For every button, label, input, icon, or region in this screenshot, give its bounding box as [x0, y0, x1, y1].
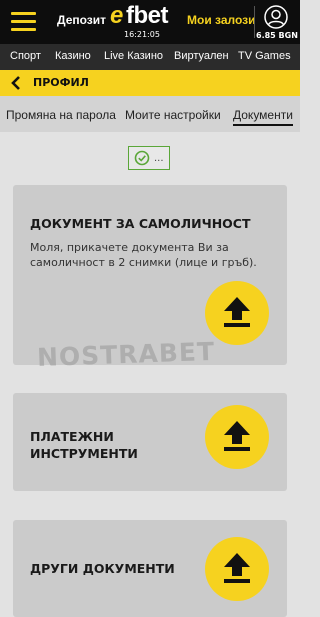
- identity-document-title: ДОКУМЕНТ ЗА САМОЛИЧНОСТ: [30, 216, 251, 231]
- nav-item-sport[interactable]: Спорт: [10, 50, 41, 62]
- identity-document-description: Моля, прикачете документа Ви за самоличн…: [30, 241, 257, 269]
- payment-instruments-title-line2: ИНСТРУМЕНТИ: [30, 446, 138, 461]
- top-bar: Депозит e fbet 16:21:05 Мои залози 6.85 …: [0, 0, 300, 44]
- user-icon[interactable]: [264, 5, 288, 29]
- tab-my-settings[interactable]: Моите настройки: [125, 108, 221, 122]
- other-documents-card: ДРУГИ ДОКУМЕНТИ: [13, 520, 287, 617]
- nav-item-casino[interactable]: Казино: [55, 50, 91, 62]
- watermark: NOSTRABET: [36, 336, 216, 373]
- nav-item-tv-games[interactable]: TV Games: [238, 50, 291, 62]
- check-circle-icon: [134, 150, 150, 166]
- status-badge: ...: [128, 146, 170, 170]
- upload-icon: [224, 297, 250, 327]
- profile-subnav: Промяна на парола Моите настройки Докуме…: [0, 96, 300, 132]
- other-documents-title: ДРУГИ ДОКУМЕНТИ: [30, 561, 175, 576]
- balance: 6.85 BGN: [256, 31, 298, 40]
- upload-icon: [224, 421, 250, 451]
- menu-icon[interactable]: [11, 12, 36, 32]
- logo-e: e: [110, 2, 124, 29]
- logo-fbet: fbet: [126, 2, 169, 29]
- nav-item-virtual[interactable]: Виртуален: [174, 50, 229, 62]
- efbet-logo[interactable]: e fbet: [110, 2, 180, 30]
- deposit-button[interactable]: Депозит: [57, 13, 106, 27]
- profile-bar: ПРОФИЛ: [0, 70, 300, 96]
- my-bets-button[interactable]: Мои залози: [187, 13, 256, 27]
- upload-identity-button[interactable]: [205, 281, 269, 345]
- upload-payment-button[interactable]: [205, 405, 269, 469]
- upload-icon: [224, 553, 250, 583]
- clock: 16:21:05: [124, 30, 160, 39]
- upload-other-button[interactable]: [205, 537, 269, 601]
- status-dots: ...: [154, 153, 164, 164]
- payment-instruments-title-line1: ПЛАТЕЖНИ: [30, 429, 114, 444]
- payment-instruments-card: ПЛАТЕЖНИ ИНСТРУМЕНТИ: [13, 393, 287, 491]
- tab-change-password[interactable]: Промяна на парола: [6, 108, 116, 122]
- page-title: ПРОФИЛ: [33, 76, 89, 89]
- nav-item-live-casino[interactable]: Live Казино: [104, 50, 163, 62]
- tab-documents[interactable]: Документи: [233, 108, 293, 126]
- main-nav: Спорт Казино Live Казино Виртуален TV Ga…: [0, 44, 300, 70]
- identity-document-card: ДОКУМЕНТ ЗА САМОЛИЧНОСТ Моля, прикачете …: [13, 185, 287, 365]
- back-icon[interactable]: [10, 76, 22, 90]
- header-divider: [254, 6, 255, 38]
